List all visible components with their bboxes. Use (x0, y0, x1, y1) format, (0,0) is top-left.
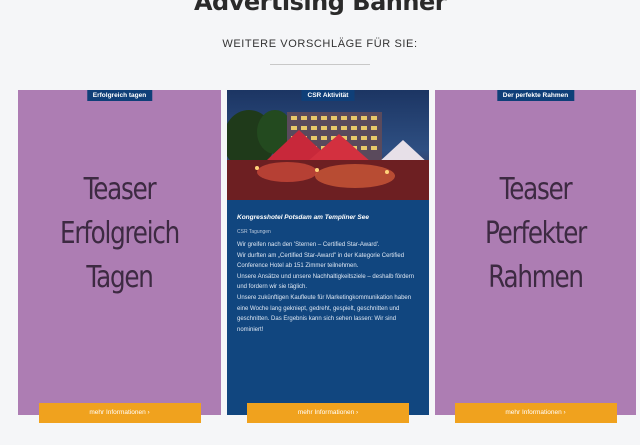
card-tag: Erfolgreich tagen (86, 90, 153, 101)
more-info-button[interactable]: mehr Informationen › (38, 403, 201, 423)
article-heading: Kongresshotel Potsdam am Templiner See (237, 214, 369, 221)
csr-article-card[interactable]: CSR Aktivität Kongresshotel Potsdam am T… (227, 90, 429, 423)
section-title: WEITERE VORSCHLÄGE FÜR SIE: (222, 38, 418, 50)
teaser-line: Rahmen (488, 260, 584, 295)
banner-title: Advertising Banner (193, 0, 447, 16)
article-meta: CSR Tagungen (237, 229, 271, 235)
teaser-placeholder-text: Teaser Perfekter Rahmen (453, 168, 618, 300)
teaser-line: Erfolgreich (60, 216, 180, 251)
teaser-line: Teaser (83, 172, 157, 207)
teaser-placeholder-text: Teaser Erfolgreich Tagen (36, 168, 202, 300)
card-tag: Der perfekte Rahmen (496, 90, 575, 101)
article-text: Wir greifen nach den 'Sternen – Certifie… (237, 242, 415, 333)
article-body: Kongresshotel Potsdam am Templiner See C… (237, 214, 421, 335)
card-tag: CSR Aktivität (301, 90, 355, 101)
hotel-evening-illustration (227, 90, 429, 200)
section-divider (270, 64, 370, 65)
teaser-line: Teaser (499, 172, 573, 207)
teaser-line: Tagen (86, 260, 153, 295)
teaser-card-perfekter-rahmen[interactable]: Der perfekte Rahmen Teaser Perfekter Rah… (435, 90, 636, 423)
hotel-photo (227, 90, 429, 200)
more-info-button[interactable]: mehr Informationen › (247, 403, 409, 423)
teaser-card-erfolgreich-tagen[interactable]: Erfolgreich tagen Teaser Erfolgreich Tag… (18, 90, 221, 423)
more-info-button[interactable]: mehr Informationen › (454, 403, 617, 423)
teaser-line: Perfekter (484, 216, 587, 251)
